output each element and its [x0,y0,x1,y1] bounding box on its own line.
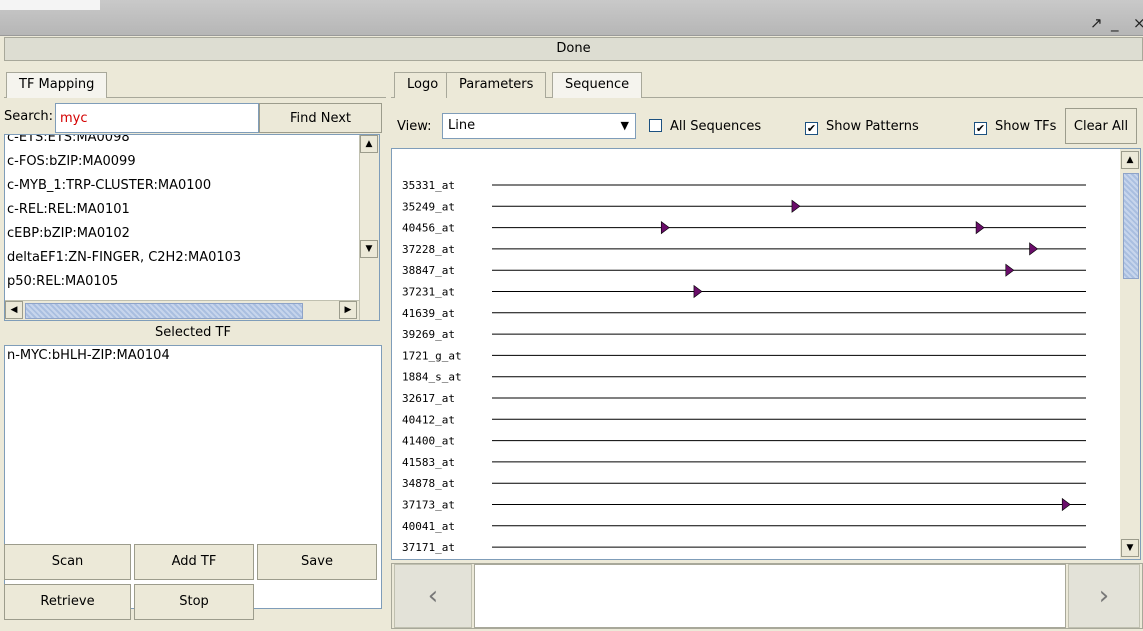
list-item[interactable]: c-MYB_1:TRP-CLUSTER:MA0100 [7,174,357,198]
add-tf-button[interactable]: Add TF [134,544,254,580]
show-patterns-label: Show Patterns [826,119,919,134]
view-select[interactable]: Line ▼ [442,113,636,139]
list-item[interactable]: cEBP:bZIP:MA0102 [7,222,357,246]
checkmark-icon[interactable]: ✔ [805,122,818,135]
sequence-label: 35249_at [402,200,455,213]
tf-list-horizontal-scrollbar[interactable]: ◀ ▶ [5,300,359,320]
retrieve-button[interactable]: Retrieve [4,584,131,620]
sequence-view[interactable]: 35331_at 35249_at 40456_at 37228_at 38847_at… [391,148,1141,560]
scroll-down-icon[interactable]: ▼ [1121,539,1139,557]
list-item[interactable]: c-ETS:ETS:MA0098 [7,135,357,150]
search-label: Search: [4,109,54,124]
save-button[interactable]: Save [257,544,377,580]
window-title-bar: ↗ _ × [0,0,1143,36]
sequence-label: 38847_at [402,264,455,277]
sequence-label: 41639_at [402,307,455,320]
sequence-label: 1884_s_at [402,371,462,384]
close-icon[interactable]: × [1133,14,1143,32]
tf-mapping-panel: TF Mapping Search: Find Next c-ETS:ETS:M… [4,63,386,631]
sequence-label: 40412_at [402,413,455,426]
chevron-left-icon[interactable]: ‹ [394,564,472,628]
all-sequences-label: All Sequences [670,119,762,134]
chevron-right-icon[interactable]: › [1068,564,1140,628]
list-item[interactable]: c-FOS:bZIP:MA0099 [7,150,357,174]
checkbox-box[interactable] [649,119,662,132]
sequence-lines: 35331_at 35249_at 40456_at 37228_at 38847_at… [402,179,1086,554]
tab-tf-mapping[interactable]: TF Mapping [6,72,108,98]
all-sequences-checkbox[interactable]: All Sequences [649,119,761,134]
tf-match-marker[interactable] [660,220,670,235]
list-item[interactable]: c-REL:REL:MA0101 [7,198,357,222]
tf-list[interactable]: c-ETS:ETS:MA0098 c-FOS:bZIP:MA0099 c-MYB… [4,134,380,321]
sequence-label: 40456_at [402,222,455,235]
tf-list-vertical-scrollbar[interactable]: ▲ ▼ [359,135,379,320]
minimize-icon[interactable]: _ [1111,14,1119,32]
tab-sequence[interactable]: Sequence [552,72,643,98]
navigation-field[interactable] [474,564,1066,628]
selected-tf-item[interactable]: n-MYC:bHLH-ZIP:MA0104 [5,346,381,365]
view-select-value: Line [448,118,476,133]
sequence-label: 34878_at [402,477,455,490]
tf-match-marker[interactable] [1061,497,1071,512]
tab-parameters[interactable]: Parameters [446,72,547,98]
search-input[interactable] [55,103,259,133]
selected-tf-header: Selected TF [155,325,231,340]
title-stripe [0,0,100,10]
scroll-down-icon[interactable]: ▼ [360,240,378,258]
scroll-up-icon[interactable]: ▲ [1121,151,1139,169]
chevron-down-icon[interactable]: ▼ [621,114,629,138]
tf-match-marker[interactable] [1029,242,1039,256]
sequence-label: 37171_at [402,541,455,554]
show-patterns-checkbox[interactable]: ✔ Show Patterns [805,119,919,135]
left-tabstrip: TF Mapping [4,63,386,98]
scroll-up-icon[interactable]: ▲ [360,135,378,153]
horizontal-scroll-thumb[interactable] [25,303,303,319]
show-tfs-label: Show TFs [995,119,1057,134]
sequence-label: 32617_at [402,392,455,405]
navigation-bar: ‹ › [391,563,1143,629]
tab-logo[interactable]: Logo [394,72,452,98]
sequence-vertical-scrollbar[interactable]: ▲ ▼ [1120,149,1140,559]
sequence-label: 37231_at [402,286,455,299]
list-item[interactable]: deltaEF1:ZN-FINGER, C2H2:MA0103 [7,246,357,270]
sequence-label: 37228_at [402,243,455,256]
scan-button[interactable]: Scan [4,544,131,580]
scroll-left-icon[interactable]: ◀ [5,301,23,319]
sequence-panel: Logo Parameters Sequence View: Line ▼ Al… [391,63,1143,631]
stop-button[interactable]: Stop [134,584,254,620]
sequence-label: 40041_at [402,520,455,533]
maximize-icon[interactable]: ↗ [1090,14,1103,32]
sequence-label: 37173_at [402,499,455,512]
sequence-label: 41583_at [402,456,455,469]
tf-match-marker[interactable] [693,284,703,299]
list-item[interactable]: p50:REL:MA0105 [7,270,357,294]
checkmark-icon[interactable]: ✔ [974,122,987,135]
find-next-button[interactable]: Find Next [259,103,382,133]
status-label: Done [4,37,1143,61]
tf-match-marker[interactable] [791,199,801,213]
scroll-thumb[interactable] [1123,173,1139,279]
scroll-right-icon[interactable]: ▶ [339,301,357,319]
tf-match-marker[interactable] [1005,263,1015,277]
sequence-label: 1721_g_at [402,349,462,362]
tf-match-marker[interactable] [975,220,985,235]
sequence-label: 41400_at [402,435,455,448]
search-row: Search: Find Next [4,103,382,133]
show-tfs-checkbox[interactable]: ✔ Show TFs [974,119,1056,135]
sequence-label: 35331_at [402,179,455,192]
right-tabstrip: Logo Parameters Sequence [391,63,1143,98]
view-toolbar: View: Line ▼ All Sequences ✔ Show Pattern… [391,108,1141,144]
sequence-label: 39269_at [402,328,455,341]
clear-all-button[interactable]: Clear All [1065,108,1137,144]
view-label: View: [397,119,432,134]
